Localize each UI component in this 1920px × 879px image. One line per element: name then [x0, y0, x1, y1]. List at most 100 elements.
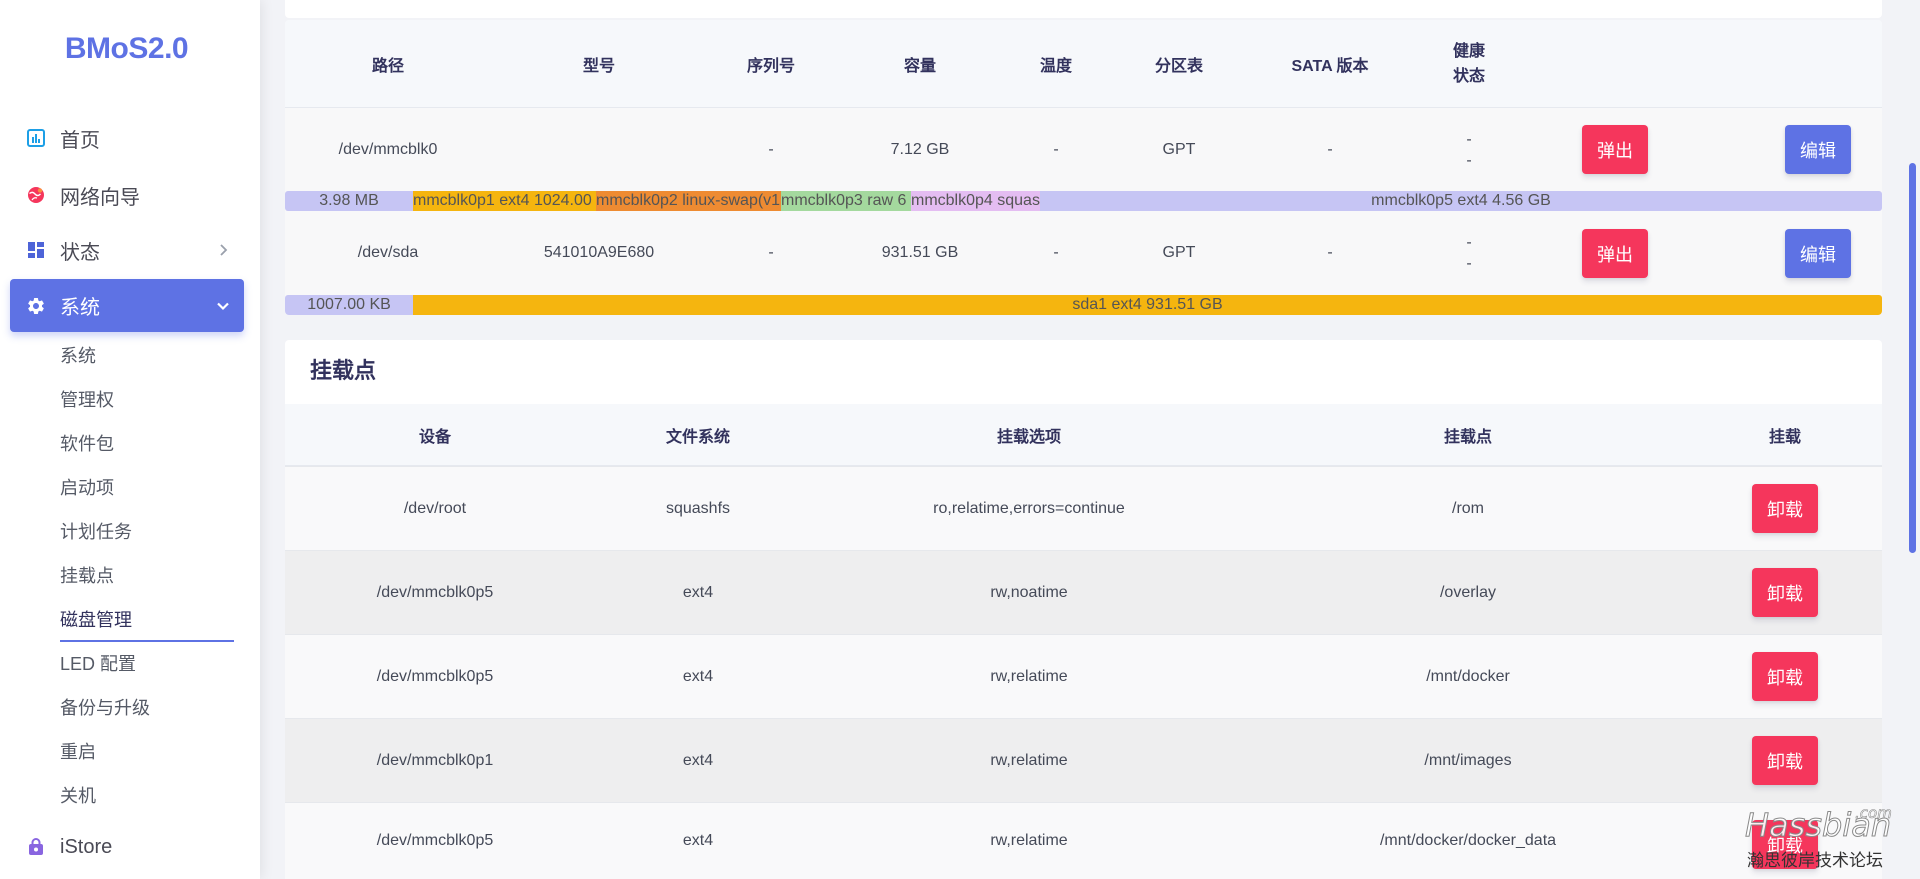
header-model: 型号: [582, 57, 615, 75]
disk-partition-table: GPT: [1162, 140, 1196, 158]
sidebar-item-label: iStore: [60, 835, 113, 858]
mount-point: /mnt/docker: [1426, 667, 1510, 685]
header-mount-action: 挂载: [1768, 428, 1801, 446]
submenu-item-mount-points[interactable]: 挂载点: [60, 554, 234, 598]
sidebar-item-label: 首页: [60, 129, 100, 152]
sidebar-item-istore[interactable]: iStore: [10, 825, 244, 869]
mount-options: rw,relatime: [990, 667, 1068, 685]
partition-segment: 3.98 MB: [285, 191, 413, 211]
mount-row: /dev/mmcblk0p5 ext4 rw,relatime /mnt/doc…: [285, 802, 1882, 879]
sidebar-item-status[interactable]: 状态: [10, 228, 244, 272]
mount-filesystem: ext4: [682, 583, 714, 601]
mount-device: /dev/mmcblk0p5: [376, 832, 494, 849]
mount-options: rw,relatime: [990, 751, 1068, 769]
scrollbar-thumb[interactable]: [1909, 163, 1916, 553]
submenu-item-software[interactable]: 软件包: [60, 422, 234, 466]
header-sata-version: SATA 版本: [1291, 57, 1369, 75]
eject-button[interactable]: 弹出: [1582, 229, 1648, 278]
eject-button[interactable]: 弹出: [1582, 125, 1648, 174]
mount-table-header: 设备 文件系统 挂载选项 挂载点 挂载: [285, 404, 1882, 466]
unmount-button[interactable]: 卸载: [1752, 568, 1818, 617]
partition-bar: 3.98 MB mmcblk0p1 ext4 1024.00 mmcblk0p2…: [285, 191, 1882, 211]
app-logo[interactable]: BMoS2.0: [0, 30, 253, 68]
unmount-button[interactable]: 卸载: [1752, 652, 1818, 701]
chart-icon: [26, 128, 46, 148]
submenu-item-admin[interactable]: 管理权: [60, 378, 234, 422]
disk-table-header: 路径 型号 序列号 容量 温度 分区表 SATA 版本 健康 状态: [285, 20, 1882, 108]
disk-row: /dev/mmcblk0 - 7.12 GB - GPT - - - 弹出 编辑: [285, 108, 1882, 191]
mount-row: /dev/mmcblk0p5 ext4 rw,relatime /mnt/doc…: [285, 634, 1882, 718]
edit-button[interactable]: 编辑: [1785, 229, 1851, 278]
partition-segment: 1007.00 KB: [285, 295, 413, 315]
mount-filesystem: squashfs: [665, 499, 731, 517]
disk-serial: -: [768, 244, 774, 261]
mount-point: /mnt/images: [1424, 751, 1512, 769]
disk-model: [519, 108, 679, 191]
header-partition-table: 分区表: [1154, 57, 1203, 75]
header-mount-options: 挂载选项: [996, 428, 1061, 446]
header-path: 路径: [371, 57, 404, 75]
partition-segment: mmcblk0p4 squas: [911, 191, 1040, 211]
partition-segment: mmcblk0p3 raw 6: [781, 191, 911, 211]
header-health-line1: 健康: [1452, 42, 1485, 60]
mount-filesystem: ext4: [682, 667, 714, 685]
mount-device: /dev/mmcblk0p5: [376, 583, 494, 601]
header-device: 设备: [418, 428, 451, 446]
submenu-item-reboot[interactable]: 重启: [60, 730, 234, 774]
disk-model: 541010A9E680: [543, 244, 655, 261]
submenu-item-system[interactable]: 系统: [60, 334, 234, 378]
header-serial: 序列号: [746, 57, 795, 75]
mount-options: rw,noatime: [990, 583, 1068, 601]
disk-health: - -: [1389, 108, 1549, 191]
mount-row: /dev/mmcblk0p1 ext4 rw,relatime /mnt/ima…: [285, 718, 1882, 802]
unmount-button[interactable]: 卸载: [1752, 820, 1818, 869]
globe-icon: [26, 185, 46, 205]
mount-filesystem: ext4: [682, 751, 714, 769]
sidebar-item-label: 网络向导: [60, 186, 140, 209]
submenu-item-disk-management[interactable]: 磁盘管理: [60, 598, 234, 642]
mount-row: /dev/mmcblk0p5 ext4 rw,noatime /overlay …: [285, 550, 1882, 634]
mount-device: /dev/root: [403, 499, 467, 517]
sidebar-item-home[interactable]: 首页: [10, 116, 244, 160]
mount-options: ro,relatime,errors=continue: [933, 499, 1125, 517]
disk-sata-version: -: [1327, 244, 1333, 261]
partition-segment: sda1 ext4 931.51 GB: [413, 295, 1882, 315]
submenu-item-startup[interactable]: 启动项: [60, 466, 234, 510]
sidebar-item-network-wizard[interactable]: 网络向导: [10, 173, 244, 217]
unmount-button[interactable]: 卸载: [1752, 484, 1818, 533]
mount-point: /rom: [1452, 499, 1484, 517]
disk-sata-version: -: [1327, 140, 1333, 158]
previous-panel-edge: [285, 0, 1882, 18]
mount-options: rw,relatime: [990, 832, 1068, 849]
bag-icon: [26, 837, 46, 857]
disk-partition-table: GPT: [1162, 244, 1196, 261]
grid-icon: [26, 240, 46, 260]
chevron-down-icon: [216, 299, 230, 313]
edit-button[interactable]: 编辑: [1785, 125, 1851, 174]
chevron-right-icon: [216, 243, 230, 257]
screen: BMoS2.0 首页 网络向导 状态 系统 系统 管理权 软件包 启动项 计划任…: [0, 0, 1920, 879]
sidebar-item-system[interactable]: 系统: [10, 279, 244, 332]
header-health: 健康 状态: [1389, 20, 1549, 107]
disk-health-line1: -: [1466, 234, 1472, 251]
disk-path: /dev/mmcblk0: [338, 140, 438, 158]
disk-health: - -: [1389, 212, 1549, 294]
unmount-button[interactable]: 卸载: [1752, 736, 1818, 785]
submenu-item-shutdown[interactable]: 关机: [60, 774, 234, 818]
mount-points-panel: 挂载点 设备 文件系统 挂载选项 挂载点 挂载 /dev/root squash…: [285, 340, 1882, 879]
disk-serial: -: [768, 140, 774, 158]
partition-segment: mmcblk0p2 linux-swap(v1: [596, 191, 781, 211]
sidebar-item-label: 状态: [60, 241, 100, 264]
header-health-line2: 状态: [1452, 67, 1485, 85]
submenu-item-scheduled-tasks[interactable]: 计划任务: [60, 510, 234, 554]
section-title: 挂载点: [310, 358, 377, 383]
submenu-item-backup-upgrade[interactable]: 备份与升级: [60, 686, 234, 730]
disk-path: /dev/sda: [357, 244, 419, 261]
mount-device: /dev/mmcblk0p1: [376, 751, 494, 769]
mount-row: /dev/root squashfs ro,relatime,errors=co…: [285, 466, 1882, 550]
mount-filesystem: ext4: [682, 832, 714, 849]
sidebar: BMoS2.0 首页 网络向导 状态 系统 系统 管理权 软件包 启动项 计划任…: [0, 0, 260, 879]
partition-segment: mmcblk0p5 ext4 4.56 GB: [1040, 191, 1882, 211]
submenu-item-led[interactable]: LED 配置: [60, 642, 234, 686]
sidebar-item-label: 系统: [60, 297, 100, 319]
